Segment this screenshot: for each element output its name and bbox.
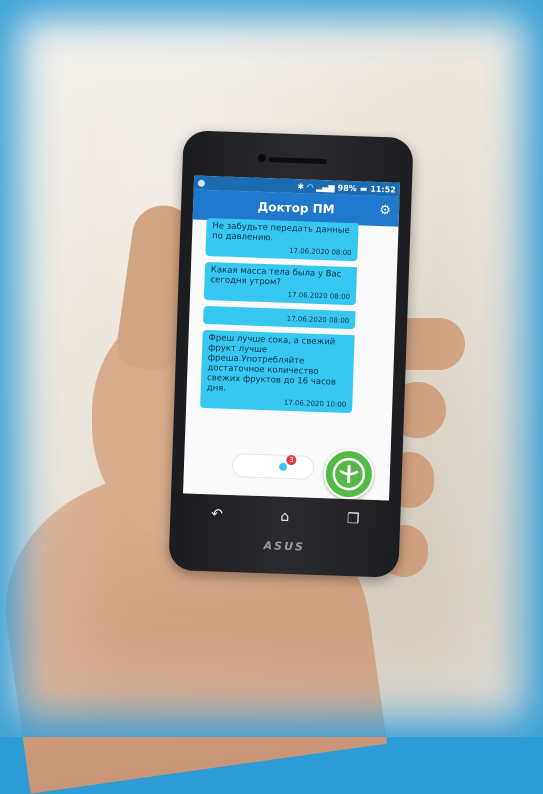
message-bubble[interactable]: Какая масса тела была у Вас сегодня утро… (203, 261, 358, 306)
chat-list[interactable]: Не забудьте передать данные по давлению.… (186, 217, 399, 422)
battery-percent: 98% (337, 183, 357, 193)
earpiece-speaker (268, 157, 327, 165)
message-time: 17.06.2020 08:00 (287, 290, 351, 302)
device-brand-logo: ASUS (263, 539, 306, 554)
message-text: Какая масса тела была у Вас сегодня утро… (210, 265, 342, 288)
wifi-icon: ◠ (306, 181, 314, 192)
notifications-pill[interactable] (231, 453, 315, 480)
back-icon[interactable]: ↶ (211, 506, 223, 522)
doctor-logo-icon (332, 457, 366, 491)
recent-apps-icon[interactable]: ❐ (347, 511, 360, 527)
clock: 11:52 (370, 184, 396, 195)
message-time: 17.06.2020 08:00 (286, 314, 350, 326)
bottom-bar: 3 (183, 439, 391, 501)
message-bubble[interactable]: Фреш лучше сока, а свежий фрукт лучше фр… (200, 329, 355, 414)
message-text: Фреш лучше сока, а свежий фрукт лучше фр… (206, 333, 337, 394)
message-bubble[interactable]: Не забудьте передать данные по давлению.… (205, 217, 359, 262)
message-time: 17.06.2020 10:00 (283, 398, 347, 409)
signal-icon: ▂▄▆ (316, 182, 335, 192)
home-icon[interactable]: ⌂ (280, 509, 289, 525)
app-title: Доктор ПМ (257, 199, 335, 217)
smartphone: ✱ ◠ ▂▄▆ 98% ▬ 11:52 Доктор ПМ ⚙ Не забуд… (168, 130, 414, 578)
android-nav-bar: ↶ ⌂ ❐ (182, 496, 389, 537)
notification-icon (197, 179, 206, 187)
front-camera (257, 153, 266, 162)
phone-screen: ✱ ◠ ▂▄▆ 98% ▬ 11:52 Доктор ПМ ⚙ Не забуд… (183, 175, 401, 501)
message-bubble[interactable]: 17.06.2020 08:00 (202, 305, 356, 330)
bluetooth-icon: ✱ (297, 181, 305, 191)
gear-icon[interactable]: ⚙ (377, 203, 394, 220)
message-text: Не забудьте передать данные по давлению. (211, 221, 350, 244)
message-time: 17.06.2020 08:00 (288, 246, 352, 258)
app-logo-button[interactable] (322, 448, 375, 500)
battery-icon: ▬ (359, 183, 368, 194)
